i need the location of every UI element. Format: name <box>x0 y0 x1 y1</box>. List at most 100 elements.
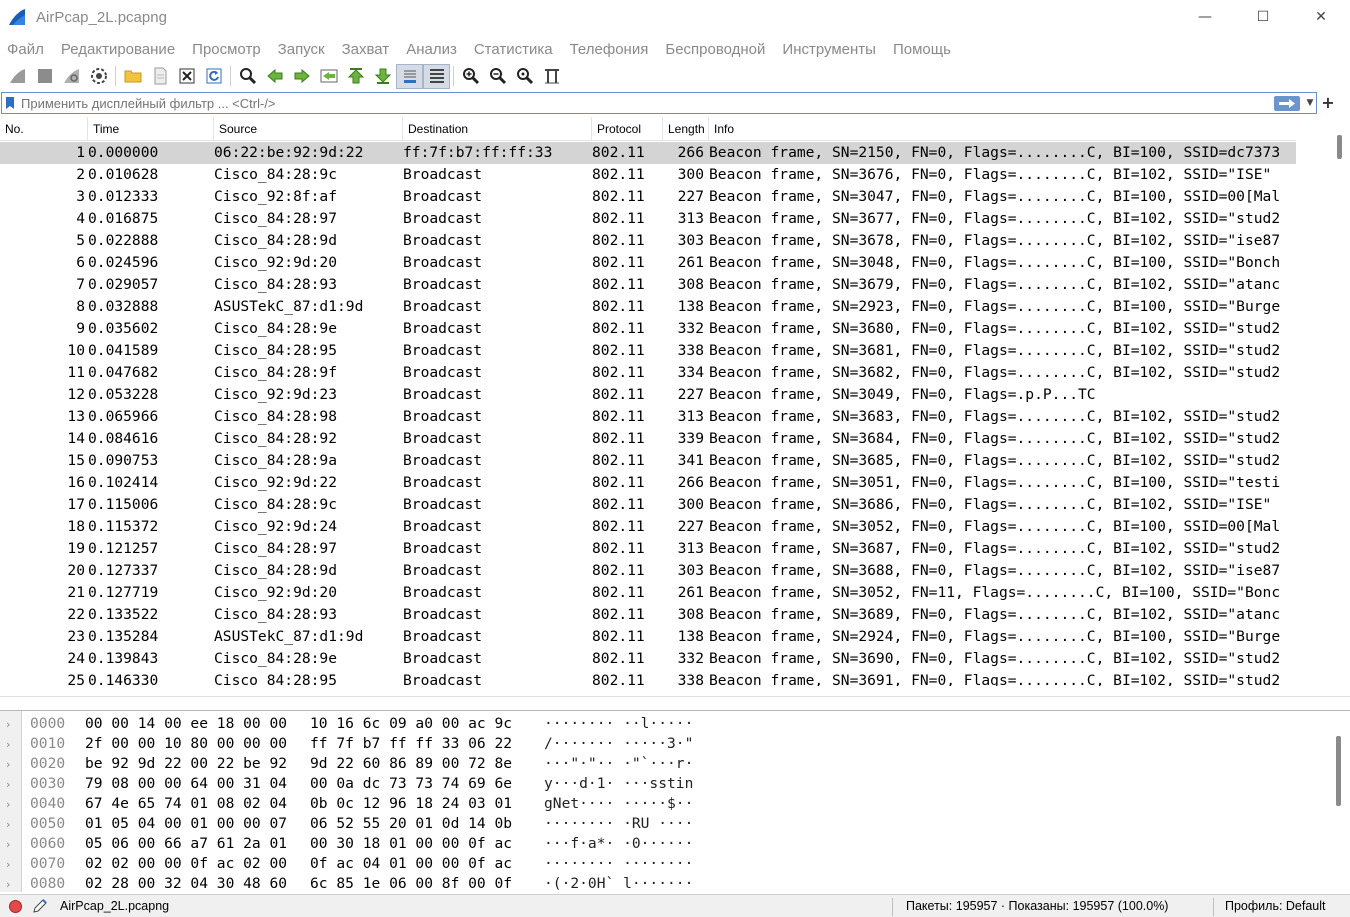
bytes-row[interactable]: 0050 01 05 04 00 01 00 00 07 06 52 55 20 0… <box>0 814 1330 834</box>
find-packet-button[interactable] <box>234 64 261 89</box>
packet-row[interactable]: 20 0.127337 Cisco_84:28:9d Broadcast 802.11 3… <box>0 560 1296 582</box>
packet-row[interactable]: 10 0.041589 Cisco_84:28:95 Broadcast 802.11 3… <box>0 340 1296 362</box>
packet-cell-no: 21 <box>67 584 85 601</box>
expert-info-led-icon[interactable] <box>9 899 22 913</box>
bytes-row[interactable]: 0040 67 4e 65 74 01 08 02 04 0b 0c 12 96 1… <box>0 794 1330 814</box>
filter-bookmark-button[interactable] <box>2 93 18 113</box>
go-first-button[interactable] <box>342 64 369 89</box>
packet-row[interactable]: 14 0.084616 Cisco_84:28:92 Broadcast 802.11 3… <box>0 428 1296 450</box>
save-file-button[interactable] <box>146 64 173 89</box>
zoom-reset-button[interactable] <box>511 64 538 89</box>
packet-row[interactable]: 19 0.121257 Cisco_84:28:97 Broadcast 802.11 3… <box>0 538 1296 560</box>
start-capture-button[interactable] <box>4 64 31 89</box>
packet-row[interactable]: 15 0.090753 Cisco_84:28:9a Broadcast 802.11 3… <box>0 450 1296 472</box>
go-last-button[interactable] <box>369 64 396 89</box>
packet-row[interactable]: 23 0.135284 ASUSTekC_87:d1:9d Broadcast 802.… <box>0 626 1296 648</box>
packet-row[interactable]: 8 0.032888 ASUSTekC_87:d1:9d Broadcast 802.1… <box>0 296 1296 318</box>
menu-view[interactable]: Просмотр <box>192 41 261 58</box>
bytes-row[interactable]: 0010 2f 00 00 10 80 00 00 00 ff 7f b7 ff f… <box>0 734 1330 754</box>
go-forward-button[interactable] <box>288 64 315 89</box>
menu-telephony[interactable]: Телефония <box>570 41 649 58</box>
packet-cell-len: 332 <box>677 650 704 667</box>
go-to-packet-button[interactable] <box>315 64 342 89</box>
column-header-source[interactable]: Source <box>214 117 403 141</box>
packet-row[interactable]: 5 0.022888 Cisco_84:28:9d Broadcast 802.11 30… <box>0 230 1296 252</box>
packet-row[interactable]: 21 0.127719 Cisco_92:9d:20 Broadcast 802.11 2… <box>0 582 1296 604</box>
packet-row[interactable]: 6 0.024596 Cisco_92:9d:20 Broadcast 802.11 26… <box>0 252 1296 274</box>
autoscroll-button[interactable] <box>396 63 423 89</box>
menu-help[interactable]: Помощь <box>893 41 951 58</box>
display-filter-input[interactable] <box>18 93 1274 113</box>
packet-cell-dst: Broadcast <box>403 430 483 447</box>
colorize-button[interactable] <box>423 63 450 89</box>
zoom-in-button[interactable] <box>457 64 484 89</box>
packet-cell-src: Cisco_84:28:9d <box>214 232 338 249</box>
packet-cell-no: 4 <box>76 210 85 227</box>
packet-row[interactable]: 13 0.065966 Cisco_84:28:98 Broadcast 802.11 3… <box>0 406 1296 428</box>
bytes-row[interactable]: 0000 00 00 14 00 ee 18 00 00 10 16 6c 09 a… <box>0 714 1330 734</box>
column-header-destination[interactable]: Destination <box>403 117 592 141</box>
menu-file[interactable]: Файл <box>7 41 44 58</box>
packet-row[interactable]: 2 0.010628 Cisco_84:28:9c Broadcast 802.11 30… <box>0 164 1296 186</box>
bytes-row[interactable]: 0020 be 92 9d 22 00 22 be 92 9d 22 60 86 8… <box>0 754 1330 774</box>
reload-file-button[interactable] <box>200 64 227 89</box>
zoom-out-button[interactable] <box>484 64 511 89</box>
status-profile[interactable]: Профиль: Default <box>1225 895 1326 917</box>
close-file-button[interactable] <box>173 64 200 89</box>
packet-row[interactable]: 22 0.133522 Cisco_84:28:93 Broadcast 802.11 3… <box>0 604 1296 626</box>
menu-go[interactable]: Запуск <box>278 41 325 58</box>
close-button[interactable]: ✕ <box>1292 0 1350 34</box>
packet-row[interactable]: 17 0.115006 Cisco_84:28:9c Broadcast 802.11 3… <box>0 494 1296 516</box>
minimize-button[interactable]: — <box>1176 0 1234 34</box>
packet-row[interactable]: 9 0.035602 Cisco_84:28:9e Broadcast 802.11 33… <box>0 318 1296 340</box>
menu-edit[interactable]: Редактирование <box>61 41 175 58</box>
menu-capture[interactable]: Захват <box>342 41 390 58</box>
column-header-info[interactable]: Info <box>709 117 1296 141</box>
packet-row[interactable]: 25 0.146330 Cisco_84:28:95 Broadcast 802.11 3… <box>0 670 1296 686</box>
bytes-row[interactable]: 0060 05 06 00 66 a7 61 2a 01 00 30 18 01 0… <box>0 834 1330 854</box>
bytes-hex2: 6c 85 1e 06 00 8f 00 0f <box>310 875 513 892</box>
packet-cell-proto: 802.11 <box>592 672 645 686</box>
zoom-in-icon <box>462 68 479 85</box>
go-back-button[interactable] <box>261 64 288 89</box>
packet-row[interactable]: 24 0.139843 Cisco_84:28:9e Broadcast 802.11 3… <box>0 648 1296 670</box>
packet-row[interactable]: 1 0.000000 06:22:be:92:9d:22 ff:7f:b7:ff:ff… <box>0 142 1296 164</box>
column-header-time[interactable]: Time <box>88 117 214 141</box>
bytes-row[interactable]: 0030 79 08 00 00 64 00 31 04 00 0a dc 73 7… <box>0 774 1330 794</box>
stop-capture-button[interactable] <box>31 64 58 89</box>
add-filter-button-button[interactable]: + <box>1321 93 1335 113</box>
resize-columns-button[interactable] <box>538 64 565 89</box>
packet-cell-src: Cisco_92:9d:20 <box>214 254 338 271</box>
column-header-no[interactable]: No. <box>0 117 88 141</box>
menu-statistics[interactable]: Статистика <box>474 41 553 58</box>
packet-cell-dst: Broadcast <box>403 628 483 645</box>
bytes-vertical-scrollbar[interactable] <box>1336 736 1341 806</box>
pane-splitter[interactable] <box>0 696 1350 697</box>
scrollbar-thumb[interactable] <box>1337 135 1342 159</box>
packet-row[interactable]: 7 0.029057 Cisco_84:28:93 Broadcast 802.11 30… <box>0 274 1296 296</box>
menu-wireless[interactable]: Беспроводной <box>665 41 765 58</box>
menu-tools[interactable]: Инструменты <box>782 41 876 58</box>
open-file-button[interactable] <box>119 64 146 89</box>
maximize-button[interactable]: ☐ <box>1234 0 1292 34</box>
packet-row[interactable]: 12 0.053228 Cisco_92:9d:23 Broadcast 802.11 2… <box>0 384 1296 406</box>
packet-cell-info: Beacon frame, SN=3683, FN=0, Flags=.....… <box>709 408 1281 425</box>
column-header-length[interactable]: Length <box>663 117 709 141</box>
packet-row[interactable]: 16 0.102414 Cisco_92:9d:22 Broadcast 802.11 2… <box>0 472 1296 494</box>
packet-row[interactable]: 11 0.047682 Cisco_84:28:9f Broadcast 802.11 3… <box>0 362 1296 384</box>
restart-capture-button[interactable] <box>58 64 85 89</box>
column-header-protocol[interactable]: Protocol <box>592 117 663 141</box>
packet-row[interactable]: 4 0.016875 Cisco_84:28:97 Broadcast 802.11 31… <box>0 208 1296 230</box>
capture-comment-icon[interactable] <box>32 898 48 914</box>
bytes-row[interactable]: 0070 02 02 00 00 0f ac 02 00 0f ac 04 01 0… <box>0 854 1330 874</box>
menu-analyze[interactable]: Анализ <box>406 41 457 58</box>
packet-list-vertical-scrollbar[interactable] <box>1327 117 1350 686</box>
packet-cell-len: 227 <box>677 518 704 535</box>
filter-history-dropdown[interactable]: ▼ <box>1304 98 1316 108</box>
zoom-reset-icon <box>516 68 533 85</box>
packet-row[interactable]: 18 0.115372 Cisco_92:9d:24 Broadcast 802.11 2… <box>0 516 1296 538</box>
capture-options-button[interactable] <box>85 64 112 89</box>
bytes-row[interactable]: 0080 02 28 00 32 04 30 48 60 6c 85 1e 06 0… <box>0 874 1330 892</box>
packet-row[interactable]: 3 0.012333 Cisco_92:8f:af Broadcast 802.11 22… <box>0 186 1296 208</box>
apply-filter-button[interactable] <box>1274 95 1300 111</box>
